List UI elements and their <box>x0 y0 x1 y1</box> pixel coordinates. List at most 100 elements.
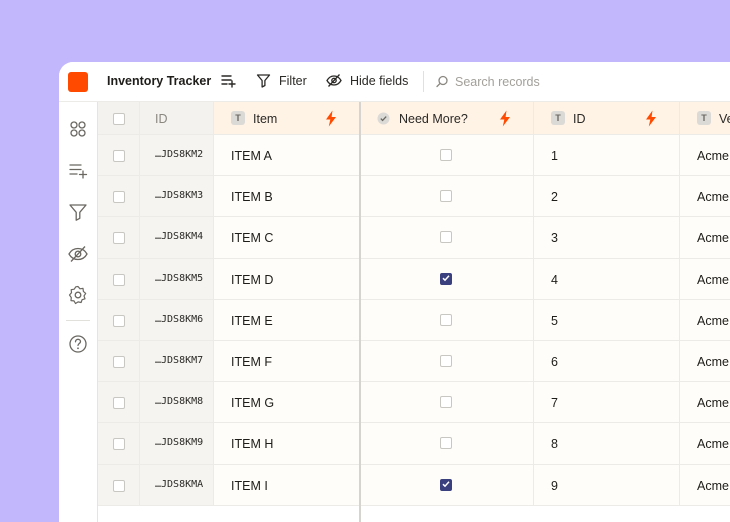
hide-fields-button[interactable]: Hide fields <box>350 74 408 88</box>
select-all-header <box>98 102 140 135</box>
row-select-cell[interactable] <box>98 299 140 341</box>
row-select-cell[interactable] <box>98 135 140 177</box>
row-select-checkbox[interactable] <box>113 191 125 204</box>
filter-icon[interactable] <box>68 202 88 222</box>
id-value: 2 <box>551 190 558 205</box>
row-select-checkbox[interactable] <box>113 438 125 451</box>
vendor-cell[interactable]: Acme <box>680 258 730 300</box>
filter-icon[interactable] <box>256 73 271 88</box>
row-select-checkbox[interactable] <box>113 273 125 286</box>
row-select-cell[interactable] <box>98 382 140 424</box>
record-id-cell[interactable]: …JDS8KM9 <box>140 423 214 465</box>
item-cell[interactable]: ITEM C <box>214 217 360 259</box>
vendor-name: Acme <box>697 190 729 205</box>
id-value: 3 <box>551 231 558 246</box>
row-select-checkbox[interactable] <box>113 479 125 492</box>
need-more-cell[interactable] <box>360 299 534 341</box>
item-name: ITEM G <box>231 396 275 411</box>
need-more-cell[interactable] <box>360 341 534 383</box>
need-more-checkbox[interactable] <box>440 396 452 409</box>
id-value: 9 <box>551 478 558 493</box>
record-id-cell[interactable]: …JDS8KM3 <box>140 176 214 218</box>
add-field-icon[interactable] <box>68 160 88 180</box>
id-value: 4 <box>551 272 558 287</box>
id-cell[interactable]: 8 <box>534 423 680 465</box>
row-select-checkbox[interactable] <box>113 314 125 327</box>
hide-icon[interactable] <box>326 73 342 88</box>
vendor-cell[interactable]: Acme <box>680 176 730 218</box>
item-cell[interactable]: ITEM B <box>214 176 360 218</box>
id-cell[interactable]: 5 <box>534 299 680 341</box>
item-cell[interactable]: ITEM D <box>214 258 360 300</box>
column-header-id[interactable]: T ID <box>534 102 680 135</box>
id-value: 7 <box>551 396 558 411</box>
row-select-cell[interactable] <box>98 217 140 259</box>
item-cell[interactable]: ITEM F <box>214 341 360 383</box>
item-cell[interactable]: ITEM H <box>214 423 360 465</box>
toolbar: Inventory Tracker Filter Hide fields Sea… <box>59 62 730 102</box>
record-id: …JDS8KM3 <box>155 190 204 202</box>
column-header-record-id[interactable]: ID <box>140 102 214 135</box>
need-more-cell[interactable] <box>360 258 534 300</box>
filter-button[interactable]: Filter <box>279 74 307 88</box>
row-select-checkbox[interactable] <box>113 150 125 162</box>
vendor-cell[interactable]: Acme <box>680 217 730 259</box>
record-id-cell[interactable]: …JDS8KM6 <box>140 299 214 341</box>
apps-icon[interactable] <box>68 119 88 139</box>
id-cell[interactable]: 2 <box>534 176 680 218</box>
id-cell[interactable]: 3 <box>534 217 680 259</box>
item-cell[interactable]: ITEM A <box>214 135 360 177</box>
vendor-cell[interactable]: Acme <box>680 382 730 424</box>
row-select-cell[interactable] <box>98 423 140 465</box>
need-more-checkbox[interactable] <box>440 355 452 367</box>
vendor-cell[interactable]: Acme <box>680 135 730 177</box>
need-more-cell[interactable] <box>360 176 534 218</box>
row-select-cell[interactable] <box>98 258 140 300</box>
id-cell[interactable]: 7 <box>534 382 680 424</box>
need-more-checkbox[interactable] <box>440 437 452 450</box>
need-more-cell[interactable] <box>360 217 534 259</box>
need-more-cell[interactable] <box>360 135 534 177</box>
need-more-checkbox[interactable] <box>440 231 452 244</box>
row-select-checkbox[interactable] <box>113 397 125 410</box>
column-header-item[interactable]: T Item <box>214 102 360 135</box>
select-all-checkbox[interactable] <box>113 113 125 125</box>
add-field-icon[interactable] <box>221 73 236 88</box>
need-more-checkbox[interactable] <box>440 313 452 326</box>
hide-icon[interactable] <box>68 244 88 264</box>
search-input[interactable]: Search records <box>455 75 540 89</box>
need-more-checkbox[interactable] <box>440 478 452 491</box>
row-select-checkbox[interactable] <box>113 232 125 245</box>
lightning-icon <box>326 110 336 127</box>
record-id-cell[interactable]: …JDS8KM8 <box>140 382 214 424</box>
text-type-icon: T <box>697 111 711 125</box>
id-cell[interactable]: 6 <box>534 341 680 383</box>
record-id-cell[interactable]: …JDS8KM7 <box>140 341 214 383</box>
vendor-name: Acme <box>697 478 729 493</box>
need-more-checkbox[interactable] <box>440 190 452 203</box>
settings-icon[interactable] <box>68 285 88 305</box>
record-id: …JDS8KM6 <box>155 313 204 325</box>
vendor-cell[interactable]: Acme <box>680 423 730 465</box>
record-id-cell[interactable]: …JDS8KM4 <box>140 217 214 259</box>
vendor-cell[interactable]: Acme <box>680 299 730 341</box>
vendor-name: Acme <box>697 437 729 452</box>
row-select-checkbox[interactable] <box>113 356 125 368</box>
need-more-cell[interactable] <box>360 382 534 424</box>
item-cell[interactable]: ITEM G <box>214 382 360 424</box>
record-id-cell[interactable]: …JDS8KM5 <box>140 258 214 300</box>
need-more-checkbox[interactable] <box>440 149 452 161</box>
column-header-vendor[interactable]: T Ve <box>680 102 730 135</box>
need-more-checkbox[interactable] <box>440 272 452 285</box>
item-cell[interactable]: ITEM E <box>214 299 360 341</box>
id-cell[interactable]: 1 <box>534 135 680 177</box>
help-icon[interactable] <box>68 334 88 354</box>
vendor-cell[interactable]: Acme <box>680 341 730 383</box>
need-more-cell[interactable] <box>360 423 534 465</box>
record-id-cell[interactable]: …JDS8KM2 <box>140 135 214 177</box>
id-cell[interactable]: 4 <box>534 258 680 300</box>
column-header-need-more[interactable]: Need More? <box>360 102 534 135</box>
row-select-cell[interactable] <box>98 341 140 383</box>
row-select-cell[interactable] <box>98 176 140 218</box>
vendor-name: Acme <box>697 272 729 287</box>
